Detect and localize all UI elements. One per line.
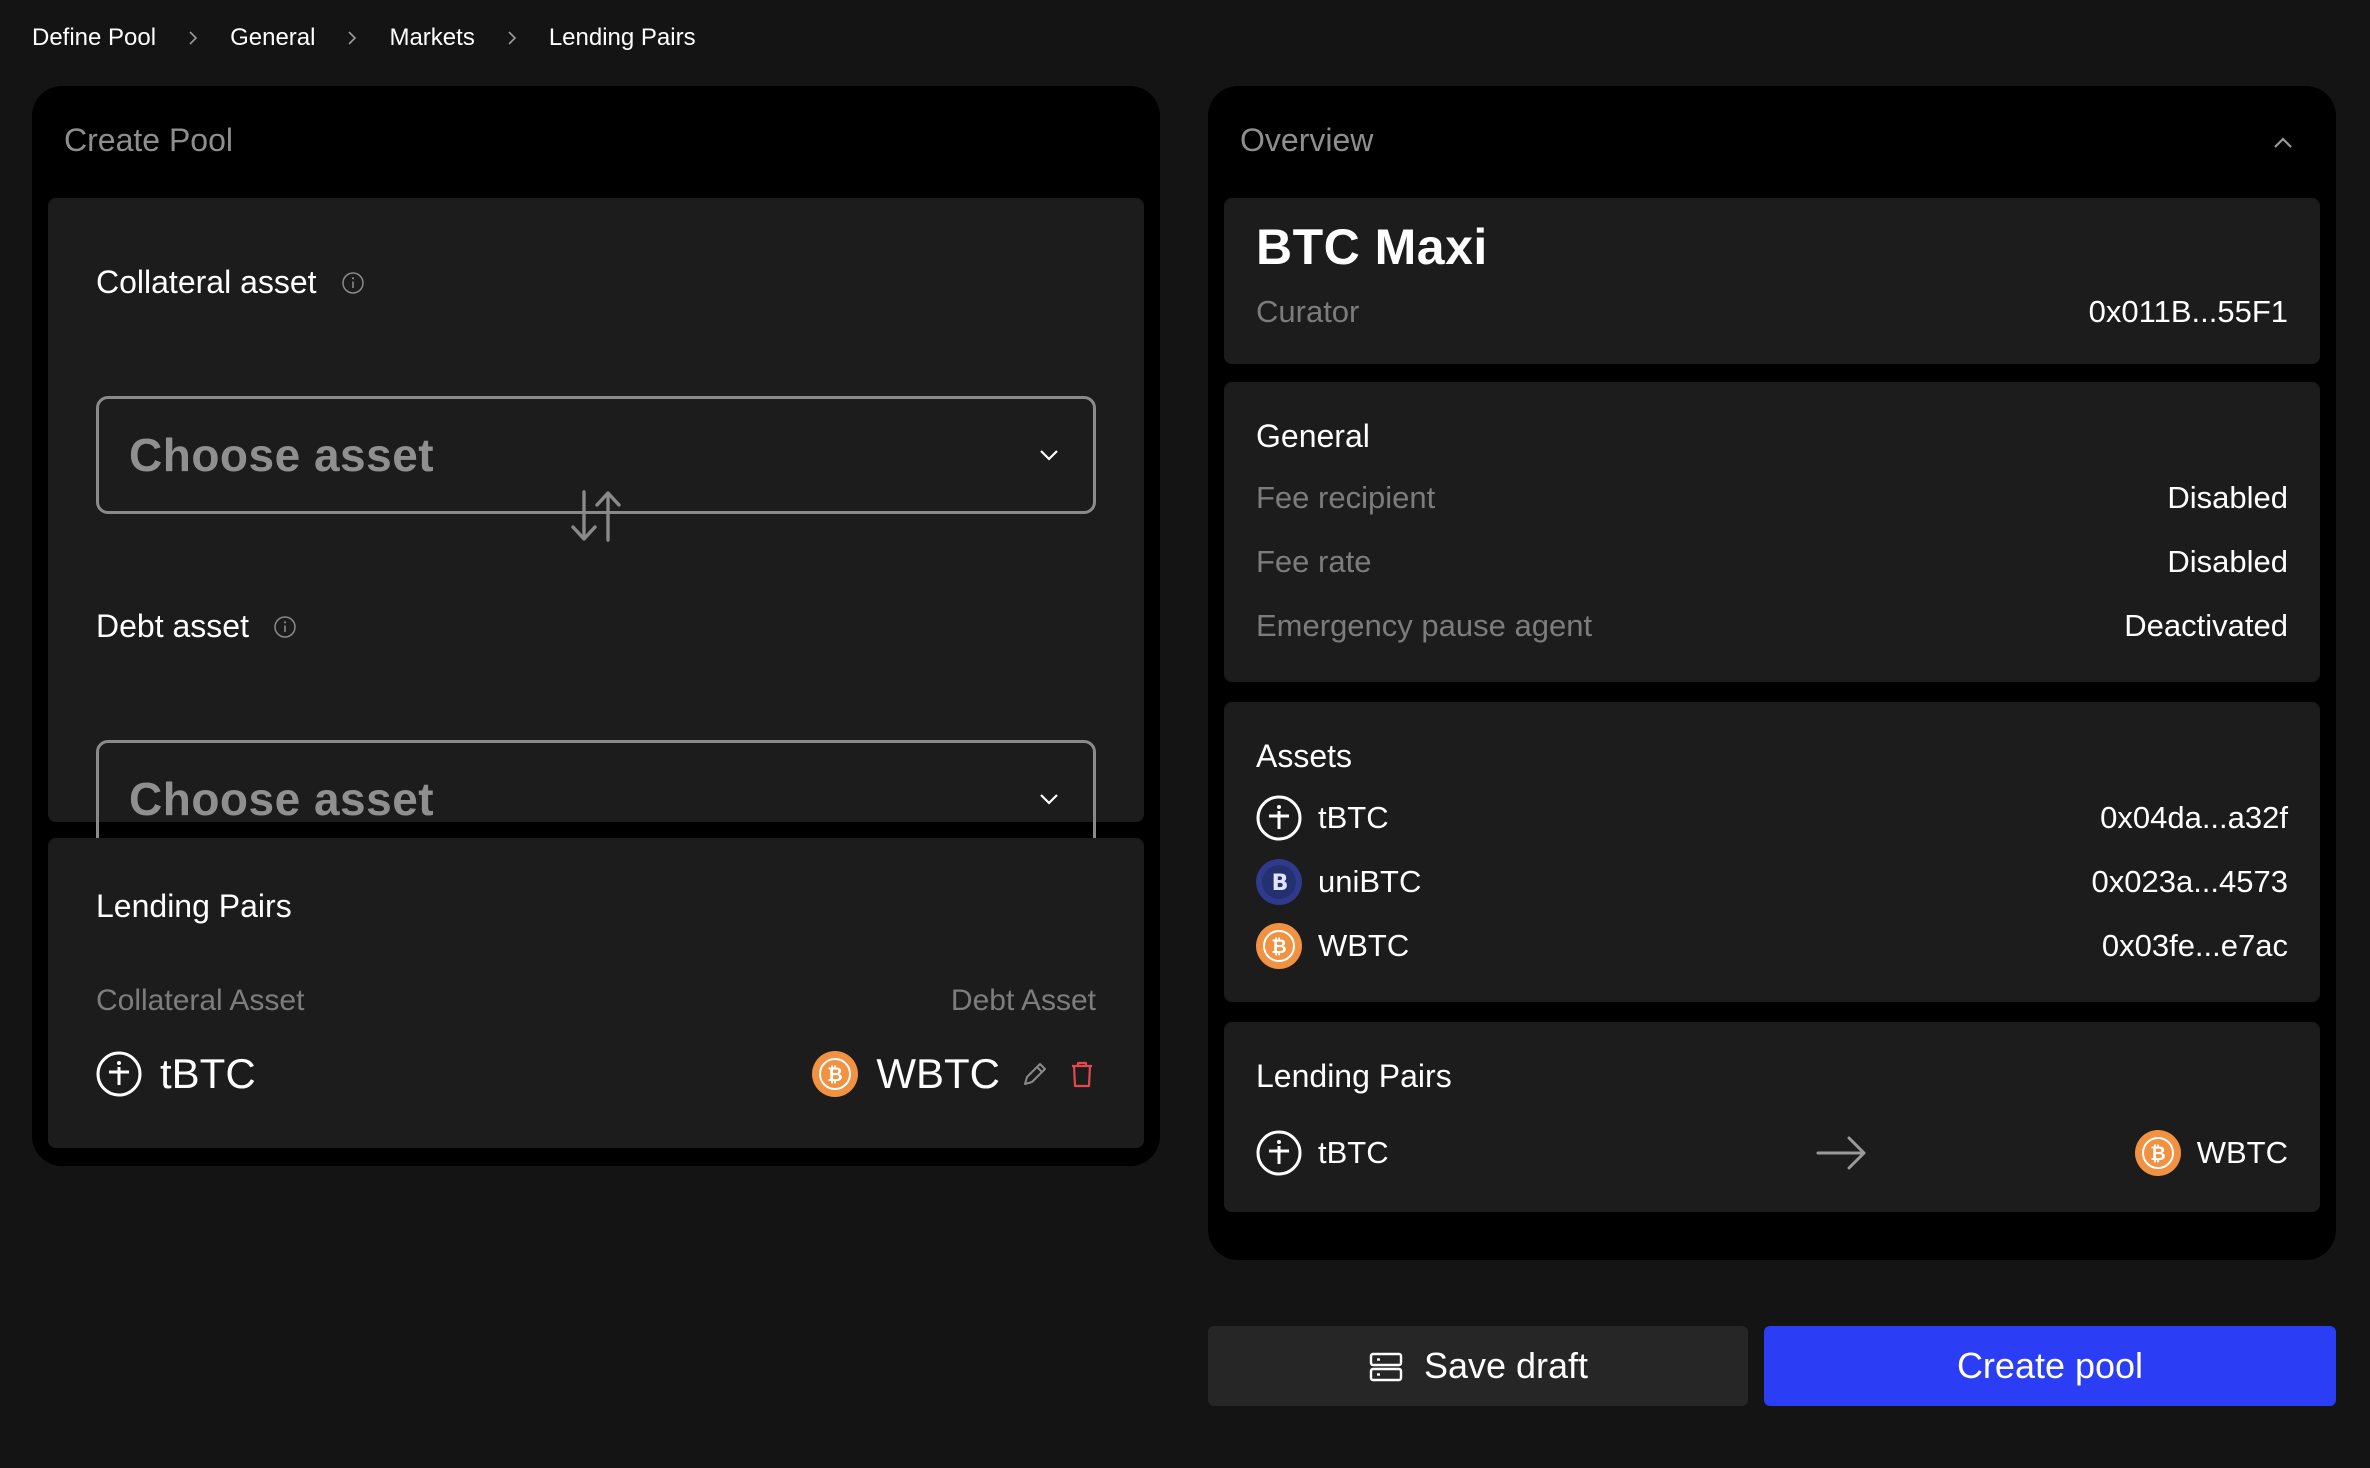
pair-collateral: tBTC	[96, 1046, 256, 1102]
overview-title: Overview	[1240, 122, 1374, 158]
chevron-right-icon	[178, 23, 208, 53]
create-pool-button[interactable]: Create pool	[1764, 1326, 2336, 1406]
svg-text:B: B	[1272, 871, 1289, 896]
chevron-down-icon	[1035, 785, 1063, 813]
asset-address[interactable]: 0x03fe...e7ac	[2102, 928, 2288, 964]
save-draft-label: Save draft	[1423, 1345, 1589, 1386]
unibtc-icon: B	[1256, 859, 1302, 905]
pair-collateral-name: tBTC	[1318, 1135, 1389, 1170]
pair-debt: ₿ WBTC	[812, 1046, 1096, 1102]
wbtc-icon: ₿	[1256, 923, 1302, 969]
svg-text:₿: ₿	[1271, 936, 1286, 958]
fee-recipient-value: Disabled	[2167, 480, 2288, 515]
asset-row-wbtc: ₿ WBTC 0x03fe...e7ac	[1256, 923, 2288, 969]
info-icon[interactable]	[341, 271, 365, 295]
fee-rate-value: Disabled	[2167, 544, 2288, 579]
collateral-asset-placeholder: Choose asset	[129, 429, 435, 481]
breadcrumb: Define Pool General Markets Lending Pair…	[32, 22, 696, 54]
asset-address[interactable]: 0x04da...a32f	[2100, 800, 2288, 836]
collateral-asset-label: Collateral asset	[96, 264, 365, 301]
emergency-pause-agent-row: Emergency pause agent Deactivated	[1256, 604, 2288, 648]
wbtc-icon: ₿	[812, 1051, 859, 1097]
svg-text:₿: ₿	[2150, 1143, 2165, 1165]
swap-arrows-icon[interactable]	[570, 488, 622, 544]
curator-row: Curator 0x011B...55F1	[1256, 290, 2288, 334]
debt-asset-placeholder: Choose asset	[129, 773, 435, 825]
emergency-pause-agent-value: Deactivated	[2124, 608, 2288, 643]
chevron-right-icon	[497, 23, 527, 53]
breadcrumb-define-pool[interactable]: Define Pool	[32, 24, 156, 52]
debt-asset-label-text: Debt asset	[96, 608, 249, 644]
asset-name: uniBTC	[1318, 864, 1422, 899]
debt-asset-column-header: Debt Asset	[950, 984, 1096, 1017]
assets-title: Assets	[1256, 738, 1353, 774]
breadcrumb-markets[interactable]: Markets	[389, 24, 474, 52]
asset-row-unibtc: B uniBTC 0x023a...4573	[1256, 859, 2288, 905]
pool-summary-card: BTC Maxi Curator 0x011B...55F1	[1224, 198, 2320, 364]
edit-pencil-icon[interactable]	[1020, 1059, 1050, 1089]
pair-collateral-name: tBTC	[160, 1050, 256, 1097]
chevron-up-icon[interactable]	[2270, 130, 2296, 156]
wbtc-icon: ₿	[2134, 1130, 2181, 1176]
svg-text:₿: ₿	[828, 1064, 843, 1086]
curator-address[interactable]: 0x011B...55F1	[2089, 294, 2288, 330]
asset-selection-card: Collateral asset Choose asset Debt asset	[48, 198, 1144, 858]
server-icon	[1368, 1350, 1404, 1382]
lending-pairs-overview-title: Lending Pairs	[1256, 1058, 1452, 1094]
asset-address[interactable]: 0x023a...4573	[2091, 864, 2288, 900]
lending-pairs-card: Lending Pairs Collateral Asset Debt Asse…	[48, 838, 1144, 1148]
asset-row-tbtc: tBTC 0x04da...a32f	[1256, 795, 2288, 841]
collateral-asset-label-text: Collateral asset	[96, 264, 317, 300]
info-icon[interactable]	[273, 615, 297, 639]
create-pool-title: Create Pool	[64, 122, 233, 158]
general-card: General Fee recipient Disabled Fee rate …	[1224, 382, 2320, 682]
save-draft-button[interactable]: Save draft	[1208, 1326, 1748, 1406]
fee-rate-label: Fee rate	[1256, 544, 1372, 579]
fee-recipient-label: Fee recipient	[1256, 480, 1436, 515]
tbtc-icon	[1256, 1130, 1302, 1176]
lending-pairs-overview-card: Lending Pairs tBTC ₿ WBTC	[1224, 1022, 2320, 1212]
fee-rate-row: Fee rate Disabled	[1256, 540, 2288, 584]
chevron-down-icon	[1035, 441, 1063, 469]
lending-pair-row: tBTC ₿ WBTC	[1256, 1128, 2288, 1178]
chevron-right-icon	[337, 23, 367, 53]
create-pool-panel: Create Pool Collateral asset Choose asse…	[32, 86, 1160, 1166]
collateral-asset-column-header: Collateral Asset	[96, 984, 305, 1017]
tbtc-icon	[96, 1051, 142, 1097]
emergency-pause-agent-label: Emergency pause agent	[1256, 608, 1593, 643]
asset-name: tBTC	[1318, 800, 1389, 835]
curator-label: Curator	[1256, 294, 1360, 329]
fee-recipient-row: Fee recipient Disabled	[1256, 476, 2288, 520]
breadcrumb-general[interactable]: General	[230, 24, 315, 52]
debt-asset-label: Debt asset	[96, 608, 297, 645]
breadcrumb-lending-pairs[interactable]: Lending Pairs	[549, 24, 696, 52]
pair-debt-name: WBTC	[876, 1050, 1000, 1097]
overview-panel: Overview BTC Maxi Curator 0x011B...55F1 …	[1208, 86, 2336, 1260]
pool-name: BTC Maxi	[1256, 219, 1488, 275]
pair-debt-name: WBTC	[2196, 1135, 2288, 1170]
asset-name: WBTC	[1318, 928, 1410, 963]
arrow-right-icon	[1816, 1133, 1868, 1173]
create-pool-label: Create pool	[1956, 1345, 2144, 1386]
delete-trash-icon[interactable]	[1068, 1059, 1096, 1089]
general-title: General	[1256, 418, 1370, 454]
assets-card: Assets tBTC 0x04da...a32f B uniBTC 0x023…	[1224, 702, 2320, 1002]
tbtc-icon	[1256, 795, 1302, 841]
lending-pairs-title: Lending Pairs	[96, 888, 292, 924]
